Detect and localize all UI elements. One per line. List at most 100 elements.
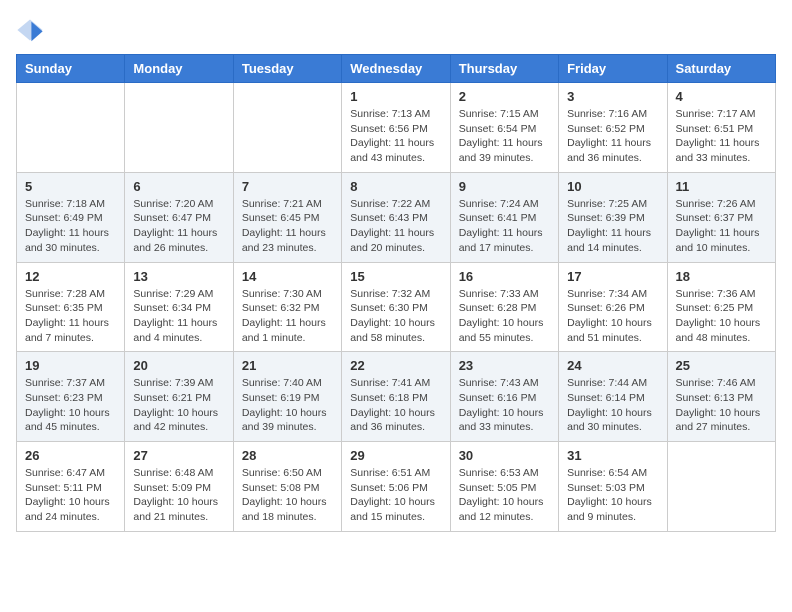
calendar-cell: 22 Sunrise: 7:41 AM Sunset: 6:18 PM Dayli… <box>342 352 450 442</box>
calendar-week-row: 12 Sunrise: 7:28 AM Sunset: 6:35 PM Dayli… <box>17 262 776 352</box>
calendar-cell: 23 Sunrise: 7:43 AM Sunset: 6:16 PM Dayli… <box>450 352 558 442</box>
calendar-cell: 16 Sunrise: 7:33 AM Sunset: 6:28 PM Dayli… <box>450 262 558 352</box>
calendar-week-row: 5 Sunrise: 7:18 AM Sunset: 6:49 PM Daylig… <box>17 172 776 262</box>
calendar-header-thursday: Thursday <box>450 55 558 83</box>
day-info: Sunrise: 6:54 AM Sunset: 5:03 PM Dayligh… <box>567 466 658 525</box>
day-info: Sunrise: 7:15 AM Sunset: 6:54 PM Dayligh… <box>459 107 550 166</box>
calendar-week-row: 19 Sunrise: 7:37 AM Sunset: 6:23 PM Dayli… <box>17 352 776 442</box>
day-info: Sunrise: 7:30 AM Sunset: 6:32 PM Dayligh… <box>242 287 333 346</box>
calendar-cell: 21 Sunrise: 7:40 AM Sunset: 6:19 PM Dayli… <box>233 352 341 442</box>
day-info: Sunrise: 7:29 AM Sunset: 6:34 PM Dayligh… <box>133 287 224 346</box>
day-info: Sunrise: 7:39 AM Sunset: 6:21 PM Dayligh… <box>133 376 224 435</box>
day-info: Sunrise: 7:16 AM Sunset: 6:52 PM Dayligh… <box>567 107 658 166</box>
day-info: Sunrise: 7:41 AM Sunset: 6:18 PM Dayligh… <box>350 376 441 435</box>
calendar-cell: 3 Sunrise: 7:16 AM Sunset: 6:52 PM Daylig… <box>559 83 667 173</box>
calendar-cell: 10 Sunrise: 7:25 AM Sunset: 6:39 PM Dayli… <box>559 172 667 262</box>
day-number: 18 <box>676 269 767 284</box>
calendar-cell <box>17 83 125 173</box>
calendar-table: SundayMondayTuesdayWednesdayThursdayFrid… <box>16 54 776 532</box>
day-number: 12 <box>25 269 116 284</box>
page-header <box>16 16 776 44</box>
day-info: Sunrise: 7:18 AM Sunset: 6:49 PM Dayligh… <box>25 197 116 256</box>
calendar-week-row: 26 Sunrise: 6:47 AM Sunset: 5:11 PM Dayli… <box>17 442 776 532</box>
day-info: Sunrise: 6:48 AM Sunset: 5:09 PM Dayligh… <box>133 466 224 525</box>
day-info: Sunrise: 7:25 AM Sunset: 6:39 PM Dayligh… <box>567 197 658 256</box>
day-number: 24 <box>567 358 658 373</box>
calendar-cell: 25Sunrise: 7:46 AM Sunset: 6:13 PM Dayli… <box>667 352 775 442</box>
day-number: 27 <box>133 448 224 463</box>
day-info: Sunrise: 7:20 AM Sunset: 6:47 PM Dayligh… <box>133 197 224 256</box>
calendar-cell: 9 Sunrise: 7:24 AM Sunset: 6:41 PM Daylig… <box>450 172 558 262</box>
day-info: Sunrise: 7:28 AM Sunset: 6:35 PM Dayligh… <box>25 287 116 346</box>
calendar-cell <box>667 442 775 532</box>
calendar-week-row: 1Sunrise: 7:13 AM Sunset: 6:56 PM Daylig… <box>17 83 776 173</box>
calendar-cell: 26 Sunrise: 6:47 AM Sunset: 5:11 PM Dayli… <box>17 442 125 532</box>
calendar-cell: 8Sunrise: 7:22 AM Sunset: 6:43 PM Daylig… <box>342 172 450 262</box>
calendar-cell <box>233 83 341 173</box>
day-number: 21 <box>242 358 333 373</box>
calendar-cell: 20 Sunrise: 7:39 AM Sunset: 6:21 PM Dayli… <box>125 352 233 442</box>
day-number: 7 <box>242 179 333 194</box>
day-info: Sunrise: 7:17 AM Sunset: 6:51 PM Dayligh… <box>676 107 767 166</box>
day-number: 8 <box>350 179 441 194</box>
calendar-header-saturday: Saturday <box>667 55 775 83</box>
calendar-cell: 7 Sunrise: 7:21 AM Sunset: 6:45 PM Daylig… <box>233 172 341 262</box>
calendar-cell: 4 Sunrise: 7:17 AM Sunset: 6:51 PM Daylig… <box>667 83 775 173</box>
calendar-cell: 24 Sunrise: 7:44 AM Sunset: 6:14 PM Dayli… <box>559 352 667 442</box>
day-info: Sunrise: 7:44 AM Sunset: 6:14 PM Dayligh… <box>567 376 658 435</box>
logo <box>16 16 48 44</box>
day-number: 28 <box>242 448 333 463</box>
calendar-cell: 15 Sunrise: 7:32 AM Sunset: 6:30 PM Dayli… <box>342 262 450 352</box>
day-number: 26 <box>25 448 116 463</box>
day-number: 17 <box>567 269 658 284</box>
day-number: 13 <box>133 269 224 284</box>
day-number: 19 <box>25 358 116 373</box>
day-info: Sunrise: 7:21 AM Sunset: 6:45 PM Dayligh… <box>242 197 333 256</box>
day-number: 29 <box>350 448 441 463</box>
calendar-cell: 19 Sunrise: 7:37 AM Sunset: 6:23 PM Dayli… <box>17 352 125 442</box>
calendar-cell: 29Sunrise: 6:51 AM Sunset: 5:06 PM Dayli… <box>342 442 450 532</box>
calendar-header-row: SundayMondayTuesdayWednesdayThursdayFrid… <box>17 55 776 83</box>
day-number: 9 <box>459 179 550 194</box>
day-number: 14 <box>242 269 333 284</box>
calendar-cell <box>125 83 233 173</box>
day-number: 4 <box>676 89 767 104</box>
day-number: 30 <box>459 448 550 463</box>
day-number: 10 <box>567 179 658 194</box>
calendar-cell: 30 Sunrise: 6:53 AM Sunset: 5:05 PM Dayli… <box>450 442 558 532</box>
day-number: 11 <box>676 179 767 194</box>
day-info: Sunrise: 6:50 AM Sunset: 5:08 PM Dayligh… <box>242 466 333 525</box>
logo-icon <box>16 16 44 44</box>
calendar-cell: 18Sunrise: 7:36 AM Sunset: 6:25 PM Dayli… <box>667 262 775 352</box>
day-info: Sunrise: 6:47 AM Sunset: 5:11 PM Dayligh… <box>25 466 116 525</box>
day-number: 2 <box>459 89 550 104</box>
day-info: Sunrise: 6:53 AM Sunset: 5:05 PM Dayligh… <box>459 466 550 525</box>
day-info: Sunrise: 7:46 AM Sunset: 6:13 PM Dayligh… <box>676 376 767 435</box>
day-info: Sunrise: 7:32 AM Sunset: 6:30 PM Dayligh… <box>350 287 441 346</box>
day-number: 3 <box>567 89 658 104</box>
day-info: Sunrise: 7:43 AM Sunset: 6:16 PM Dayligh… <box>459 376 550 435</box>
day-number: 5 <box>25 179 116 194</box>
day-info: Sunrise: 7:37 AM Sunset: 6:23 PM Dayligh… <box>25 376 116 435</box>
calendar-cell: 13 Sunrise: 7:29 AM Sunset: 6:34 PM Dayli… <box>125 262 233 352</box>
day-number: 22 <box>350 358 441 373</box>
calendar-header-monday: Monday <box>125 55 233 83</box>
day-number: 15 <box>350 269 441 284</box>
day-number: 20 <box>133 358 224 373</box>
day-number: 23 <box>459 358 550 373</box>
calendar-header-sunday: Sunday <box>17 55 125 83</box>
calendar-cell: 2 Sunrise: 7:15 AM Sunset: 6:54 PM Daylig… <box>450 83 558 173</box>
calendar-cell: 27 Sunrise: 6:48 AM Sunset: 5:09 PM Dayli… <box>125 442 233 532</box>
calendar-cell: 17 Sunrise: 7:34 AM Sunset: 6:26 PM Dayli… <box>559 262 667 352</box>
day-number: 16 <box>459 269 550 284</box>
calendar-cell: 1Sunrise: 7:13 AM Sunset: 6:56 PM Daylig… <box>342 83 450 173</box>
calendar-cell: 31Sunrise: 6:54 AM Sunset: 5:03 PM Dayli… <box>559 442 667 532</box>
day-number: 1 <box>350 89 441 104</box>
calendar-cell: 6 Sunrise: 7:20 AM Sunset: 6:47 PM Daylig… <box>125 172 233 262</box>
day-number: 6 <box>133 179 224 194</box>
day-info: Sunrise: 7:33 AM Sunset: 6:28 PM Dayligh… <box>459 287 550 346</box>
day-info: Sunrise: 7:40 AM Sunset: 6:19 PM Dayligh… <box>242 376 333 435</box>
calendar-header-friday: Friday <box>559 55 667 83</box>
day-info: Sunrise: 7:24 AM Sunset: 6:41 PM Dayligh… <box>459 197 550 256</box>
day-info: Sunrise: 7:34 AM Sunset: 6:26 PM Dayligh… <box>567 287 658 346</box>
